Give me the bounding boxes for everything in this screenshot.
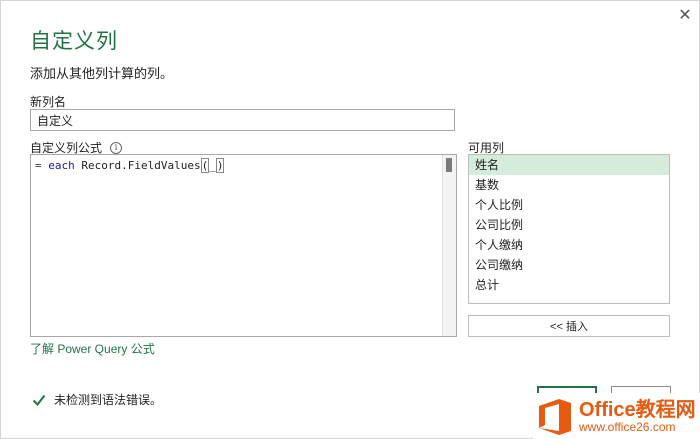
available-column-item[interactable]: 基数 (469, 175, 669, 195)
new-column-name-input[interactable] (30, 109, 455, 131)
new-column-name-label: 新列名 (30, 95, 67, 109)
available-column-item[interactable]: 个人缴纳 (469, 235, 669, 255)
close-icon: ✕ (678, 7, 692, 24)
code-argument: _ (209, 159, 216, 172)
watermark-url: www.office26.com (579, 419, 676, 434)
syntax-status: 未检测到语法错误。 (32, 391, 162, 408)
dialog-subtitle: 添加从其他列计算的列。 (30, 66, 174, 81)
code-function: Record.FieldValues (74, 159, 201, 172)
formula-editor[interactable]: = each Record.FieldValues(_) (30, 154, 457, 337)
learn-power-query-link[interactable]: 了解 Power Query 公式 (30, 340, 155, 357)
close-button[interactable]: ✕ (675, 5, 695, 25)
custom-column-dialog: ✕ 自定义列 添加从其他列计算的列。 新列名 自定义列公式 i = each R… (0, 0, 700, 439)
available-column-item[interactable]: 总计 (469, 275, 669, 295)
dialog-title: 自定义列 (30, 30, 118, 53)
checkmark-icon (32, 394, 46, 406)
code-equals: = (35, 159, 49, 172)
insert-button[interactable]: << 插入 (468, 315, 670, 337)
available-columns-list[interactable]: 姓名 基数 个人比例 公司比例 个人缴纳 公司缴纳 总计 (468, 154, 670, 304)
watermark: Office教程网 www.office26.com (533, 393, 700, 439)
available-column-item[interactable]: 公司缴纳 (469, 255, 669, 275)
available-column-item[interactable]: 个人比例 (469, 195, 669, 215)
watermark-text: Office教程网 www.office26.com (579, 398, 696, 434)
info-icon[interactable]: i (110, 141, 123, 154)
code-paren-close: ) (215, 158, 225, 173)
available-column-item[interactable]: 姓名 (469, 155, 669, 175)
available-column-item[interactable]: 公司比例 (469, 215, 669, 235)
formula-code-line: = each Record.FieldValues(_) (35, 158, 225, 173)
watermark-title: Office教程网 (579, 398, 696, 421)
office-logo-icon (539, 398, 571, 435)
editor-scrollbar-thumb[interactable] (446, 158, 452, 172)
editor-scrollbar[interactable] (442, 155, 456, 336)
code-keyword: each (48, 159, 75, 172)
syntax-status-text: 未检测到语法错误。 (54, 393, 163, 407)
code-paren-open: ( (200, 158, 210, 173)
